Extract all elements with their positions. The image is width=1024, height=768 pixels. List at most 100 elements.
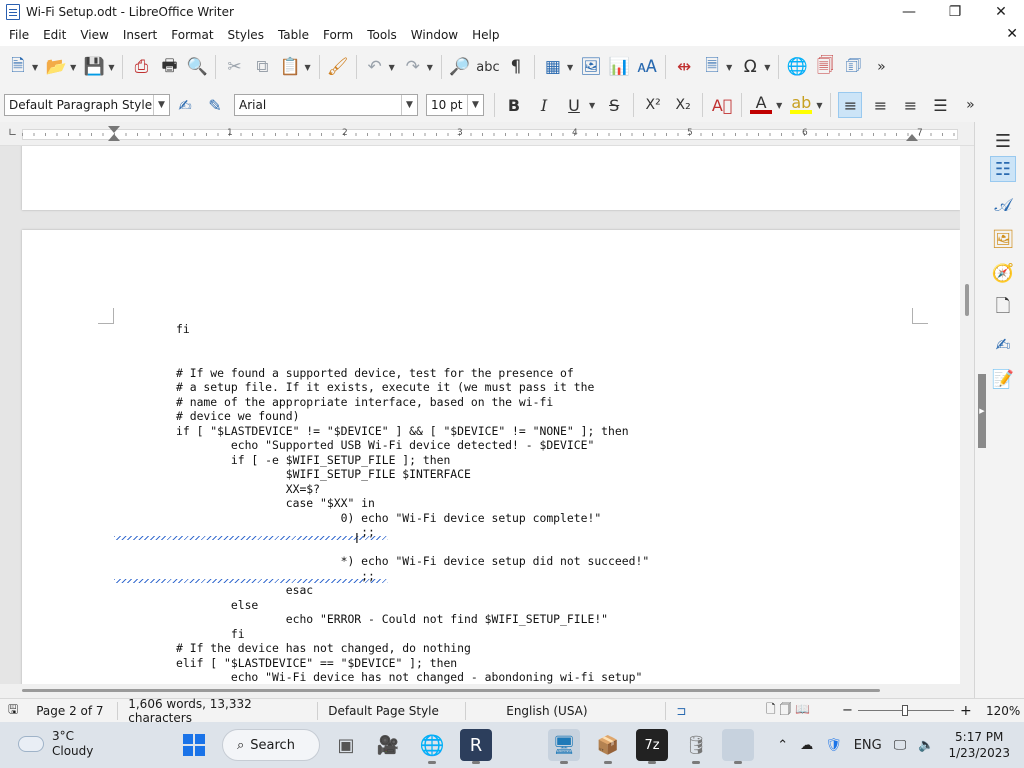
code-line[interactable]: elif [ "$LASTDEVICE" == "$DEVICE" ]; the…	[176, 656, 649, 671]
insert-table-icon[interactable]: ▦	[541, 53, 565, 81]
style-inspector-icon[interactable]: ✍	[990, 332, 1016, 358]
superscript-button[interactable]: X²	[641, 92, 665, 118]
align-left-icon[interactable]: ≡	[838, 92, 863, 118]
redo-icon[interactable]: ↷	[401, 53, 425, 81]
task-view-icon[interactable]: ▣	[330, 729, 362, 761]
gallery-icon[interactable]: 🖼	[990, 226, 1016, 252]
find-replace-icon[interactable]: 🔎	[448, 53, 472, 81]
document-modified-icon[interactable]: 🖫	[0, 700, 26, 721]
insert-comment-icon[interactable]: 🗊	[841, 53, 865, 81]
code-line[interactable]: if [ "$LASTDEVICE" != "$DEVICE" ] && [ "…	[176, 424, 649, 439]
sidebar-collapse-grip[interactable]: ▶	[978, 374, 986, 448]
clone-formatting-icon[interactable]: 🖌	[326, 53, 350, 81]
horizontal-scroll-thumb[interactable]	[22, 689, 880, 692]
align-right-icon[interactable]: ≡	[898, 92, 922, 118]
close-button[interactable]: ✕	[978, 0, 1024, 24]
clear-formatting-icon[interactable]: A⃠	[710, 92, 734, 118]
chevron-up-icon[interactable]: ⌃	[777, 738, 788, 753]
selection-mode-icon[interactable]: ⊐	[676, 704, 726, 718]
menu-help[interactable]: Help	[465, 28, 506, 42]
special-char-dropdown-icon[interactable]: ▼	[764, 63, 770, 72]
navigator-icon[interactable]: 🧭	[990, 260, 1016, 286]
volume-icon[interactable]: 🔈	[918, 738, 934, 753]
menu-file[interactable]: File	[2, 28, 36, 42]
hyperlink-icon[interactable]: 🌐	[785, 53, 809, 81]
highlight-color-icon[interactable]: ab	[789, 92, 813, 118]
code-line[interactable]: else	[176, 598, 649, 613]
menu-edit[interactable]: Edit	[36, 28, 73, 42]
desktop-app-icon[interactable]: 🖥	[548, 729, 580, 764]
undo-dropdown-icon[interactable]: ▼	[389, 63, 395, 72]
font-size-combo[interactable]: 10 pt ▼	[426, 94, 484, 116]
new-dropdown-icon[interactable]: ▼	[32, 63, 38, 72]
chevron-down-icon[interactable]: ▼	[467, 95, 483, 115]
italic-button[interactable]: I	[532, 92, 556, 118]
remote-app-icon[interactable]: R	[460, 729, 492, 764]
installer-icon[interactable]: 📦	[592, 729, 624, 764]
font-color-dropdown-icon[interactable]: ▼	[776, 101, 782, 110]
menu-insert[interactable]: Insert	[116, 28, 164, 42]
properties-icon[interactable]: ☷	[990, 156, 1016, 182]
network-icon[interactable]: 🖵	[894, 738, 907, 753]
menu-form[interactable]: Form	[316, 28, 360, 42]
document-text[interactable]: fi # If we found a supported device, tes…	[176, 322, 649, 684]
code-line[interactable]: # If we found a supported device, test f…	[176, 366, 649, 381]
code-line[interactable]: echo "Wi-Fi device has not changed - abo…	[176, 670, 649, 684]
chrome-icon[interactable]: 🌐	[416, 729, 448, 764]
new-style-icon[interactable]: ✎	[203, 92, 227, 118]
new-document-icon[interactable]: 🗎	[6, 53, 30, 81]
code-line[interactable]: # device we found)	[176, 409, 649, 424]
align-center-icon[interactable]: ≡	[868, 92, 892, 118]
code-line[interactable]: fi	[176, 627, 649, 642]
menu-tools[interactable]: Tools	[360, 28, 404, 42]
code-line[interactable]: echo "Supported USB Wi-Fi device detecte…	[176, 438, 649, 453]
paragraph-style-combo[interactable]: Default Paragraph Style ▼	[4, 94, 170, 116]
menu-table[interactable]: Table	[271, 28, 316, 42]
code-line[interactable]: echo "ERROR - Could not find $WIFI_SETUP…	[176, 612, 649, 627]
table-dropdown-icon[interactable]: ▼	[567, 63, 573, 72]
zoom-slider[interactable]	[858, 705, 954, 716]
database-icon[interactable]: 🛢	[680, 729, 712, 764]
maximize-button[interactable]: ❐	[932, 0, 978, 24]
code-line[interactable]	[176, 540, 649, 555]
print-preview-icon[interactable]: 🔍	[185, 53, 209, 81]
more-format-icon[interactable]: »	[958, 92, 982, 118]
font-color-icon[interactable]: A	[749, 92, 773, 118]
code-line[interactable]: # If the device has not changed, do noth…	[176, 641, 649, 656]
left-indent-marker[interactable]	[108, 134, 120, 141]
menu-styles[interactable]: Styles	[221, 28, 271, 42]
code-line[interactable]: # a setup file. If it exists, execute it…	[176, 380, 649, 395]
insert-chart-icon[interactable]: 📊	[607, 53, 631, 81]
view-layout-icons[interactable]: 🗋 🗍 📖	[766, 700, 810, 721]
open-dropdown-icon[interactable]: ▼	[70, 63, 76, 72]
save-dropdown-icon[interactable]: ▼	[108, 63, 114, 72]
underline-button[interactable]: U	[562, 92, 586, 118]
7zip-icon[interactable]: 7z	[636, 729, 668, 764]
code-line[interactable]: XX=$?	[176, 482, 649, 497]
open-folder-icon[interactable]: 📂	[44, 53, 68, 81]
code-line[interactable]: esac	[176, 583, 649, 598]
paste-dropdown-icon[interactable]: ▼	[304, 63, 310, 72]
onedrive-icon[interactable]: ☁	[800, 738, 813, 753]
insert-image-icon[interactable]: 🖼	[579, 53, 603, 81]
styles-icon[interactable]: 𝒜	[990, 192, 1016, 218]
print-icon[interactable]: 🖶	[157, 53, 181, 81]
input-language[interactable]: ENG	[854, 738, 882, 753]
highlight-dropdown-icon[interactable]: ▼	[816, 101, 822, 110]
spelling-icon[interactable]: abc	[476, 53, 500, 81]
special-character-icon[interactable]: Ω	[738, 53, 762, 81]
formatting-marks-icon[interactable]: ¶	[504, 53, 528, 81]
insert-field-icon[interactable]: 🗏	[700, 53, 724, 81]
copy-icon[interactable]: ⧉	[250, 53, 274, 81]
undo-icon[interactable]: ↶	[363, 53, 387, 81]
paste-icon[interactable]: 📋	[278, 53, 302, 81]
word-count[interactable]: 1,606 words, 13,332 characters	[118, 697, 319, 725]
manage-changes-icon[interactable]: 📝	[990, 366, 1016, 392]
page-indicator[interactable]: Page 2 of 7	[26, 701, 119, 720]
start-button[interactable]	[178, 729, 210, 761]
strikethrough-button[interactable]: S	[602, 92, 626, 118]
field-dropdown-icon[interactable]: ▼	[726, 63, 732, 72]
page-icon[interactable]: 🗋	[990, 296, 1016, 322]
zoom-level[interactable]: 120%	[986, 704, 1020, 718]
menu-window[interactable]: Window	[404, 28, 465, 42]
